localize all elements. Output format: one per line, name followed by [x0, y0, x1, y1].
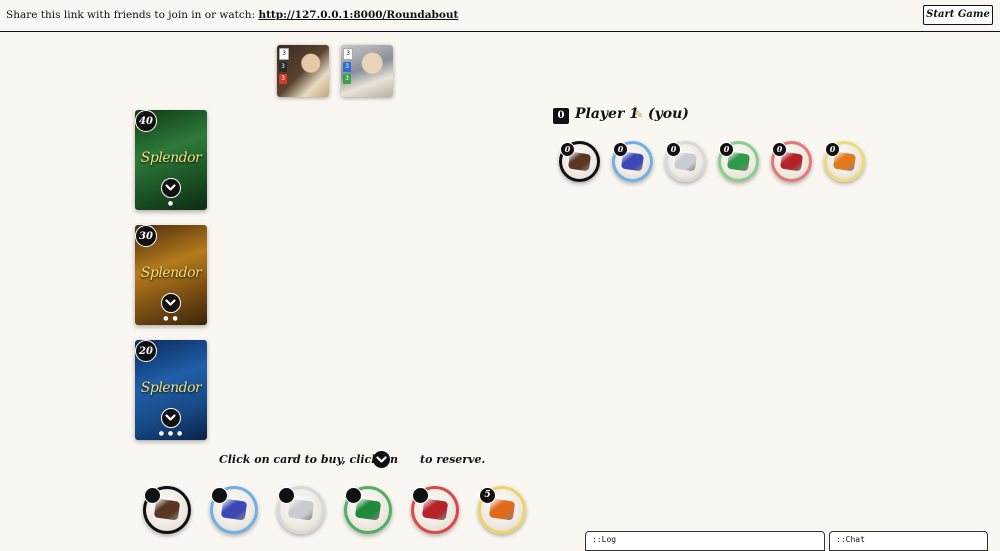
token-count-badge	[278, 487, 295, 504]
deck-count: 40	[135, 110, 157, 132]
deck-tier-2[interactable]: 30 Splendor ● ●	[135, 225, 207, 325]
token-count-badge: 0	[772, 142, 787, 157]
token-count-badge: 0	[825, 142, 840, 157]
token-sapphire[interactable]	[210, 486, 258, 534]
instruction-text: Click on card to buy, click on to reserve…	[219, 453, 485, 466]
token-count-badge	[412, 487, 429, 504]
instruction-before: Click on card to buy, click on	[219, 453, 399, 466]
player-name: Player 1	[575, 106, 639, 122]
deck-logo: Splendor	[140, 380, 202, 396]
start-game-button[interactable]: Start Game	[923, 5, 993, 25]
player-index-badge: 0	[553, 108, 569, 124]
token-diamond[interactable]: 0	[665, 141, 706, 182]
token-gold[interactable]: 5	[478, 486, 526, 534]
noble-req-blue: 3	[343, 62, 351, 72]
token-gold[interactable]: 0	[824, 141, 865, 182]
token-count-badge: 0	[666, 142, 681, 157]
noble-req-white: 3	[279, 48, 289, 60]
deck-logo: Splendor	[140, 150, 202, 166]
log-panel-tab[interactable]: ::Log	[585, 531, 825, 551]
token-count-badge: 0	[560, 142, 575, 157]
share-text: Share this link with friends to join in …	[6, 9, 256, 21]
noble-req-green: 3	[343, 74, 351, 84]
deck-tier-3[interactable]: 20 Splendor ● ● ●	[135, 340, 207, 440]
reserve-chevron-icon[interactable]	[161, 408, 181, 428]
token-count-badge: 5	[479, 487, 496, 504]
noble-req-white: 3	[343, 48, 353, 60]
share-link[interactable]: http://127.0.0.1:8000/Roundabout	[258, 9, 458, 21]
chevron-down-icon	[373, 451, 390, 468]
token-onyx[interactable]: 0	[559, 141, 600, 182]
noble-tile-1[interactable]: 3 3 3	[277, 45, 329, 97]
token-count-badge: 0	[613, 142, 628, 157]
token-emerald[interactable]: 0	[718, 141, 759, 182]
reserve-chevron-icon[interactable]	[161, 178, 181, 198]
token-diamond[interactable]	[277, 486, 325, 534]
tier-dots: ● ● ●	[158, 430, 184, 437]
tier-dots: ● ●	[163, 315, 179, 322]
token-onyx[interactable]	[143, 486, 191, 534]
token-emerald[interactable]	[344, 486, 392, 534]
deck-tier-1[interactable]: 40 Splendor ●	[135, 110, 207, 210]
deck-logo: Splendor	[140, 265, 202, 281]
token-sapphire[interactable]: 0	[612, 141, 653, 182]
token-count-badge	[211, 487, 228, 504]
instruction-after: to reserve.	[420, 453, 486, 466]
deck-count: 20	[135, 340, 157, 362]
tier-dots: ●	[167, 200, 175, 207]
noble-req-black: 3	[279, 62, 287, 72]
token-count-badge: 0	[719, 142, 734, 157]
player-you-label: (you)	[648, 106, 689, 122]
pencil-icon[interactable]: ✎	[634, 108, 643, 121]
noble-req-red: 3	[279, 74, 287, 84]
noble-requirements: 3 3 3	[343, 48, 353, 84]
deck-count: 30	[135, 225, 157, 247]
noble-requirements: 3 3 3	[279, 48, 289, 84]
token-count-badge	[144, 487, 161, 504]
share-message: Share this link with friends to join in …	[6, 9, 458, 21]
token-ruby[interactable]	[411, 486, 459, 534]
top-bar: Share this link with friends to join in …	[0, 0, 1000, 32]
token-ruby[interactable]: 0	[771, 141, 812, 182]
token-count-badge	[345, 487, 362, 504]
noble-tile-2[interactable]: 3 3 3	[341, 45, 393, 97]
reserve-chevron-icon[interactable]	[161, 293, 181, 313]
chat-panel-tab[interactable]: ::Chat	[829, 531, 988, 551]
